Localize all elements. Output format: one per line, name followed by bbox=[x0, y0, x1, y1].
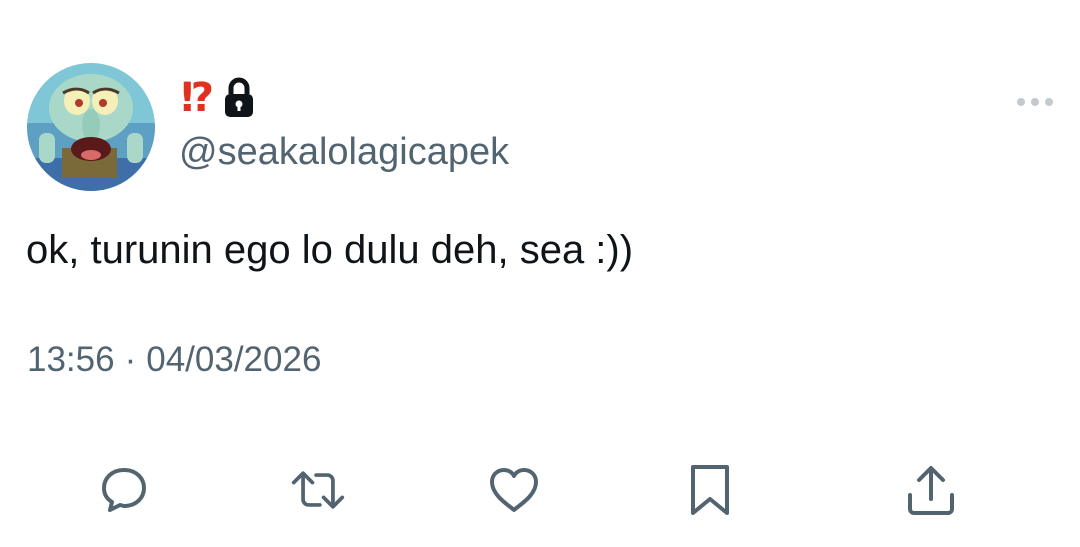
share-button[interactable] bbox=[903, 462, 959, 518]
avatar[interactable] bbox=[27, 63, 155, 191]
retweet-button[interactable] bbox=[290, 462, 346, 518]
author-display-name[interactable]: ⁉ bbox=[181, 74, 214, 122]
meta-separator: · bbox=[124, 340, 137, 379]
more-dots-icon bbox=[1017, 98, 1053, 106]
tweet-time: 13:56 bbox=[27, 340, 115, 379]
heart-icon bbox=[490, 468, 538, 512]
lock-icon bbox=[225, 77, 254, 117]
share-upload-icon bbox=[908, 466, 954, 515]
retweet-arrows-icon bbox=[291, 471, 345, 509]
reply-button[interactable] bbox=[96, 462, 152, 518]
bookmark-button[interactable] bbox=[682, 462, 738, 518]
squidward-avatar-icon bbox=[27, 63, 155, 191]
like-button[interactable] bbox=[486, 462, 542, 518]
author-handle[interactable]: @seakalolagicapek bbox=[179, 128, 509, 176]
bookmark-icon bbox=[691, 465, 729, 515]
more-options-button[interactable] bbox=[1013, 90, 1057, 114]
author-name-row[interactable]: ⁉ bbox=[181, 74, 254, 122]
tweet-date: 04/03/2026 bbox=[146, 340, 322, 379]
speech-bubble-icon bbox=[102, 468, 146, 512]
tweet-timestamp[interactable]: 13:56 · 04/03/2026 bbox=[27, 336, 321, 384]
tweet-text: ok, turunin ego lo dulu deh, sea :)) bbox=[26, 228, 634, 272]
